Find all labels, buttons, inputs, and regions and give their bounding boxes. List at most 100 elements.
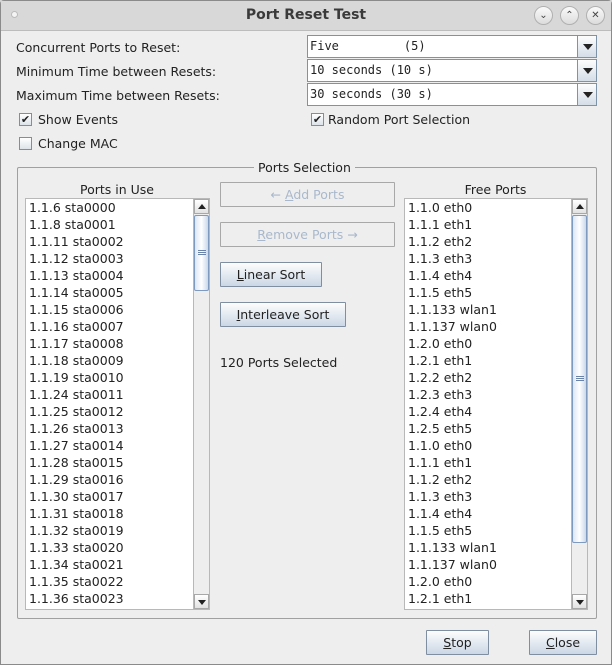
list-item[interactable]: 1.1.13 sta0004 <box>26 267 209 284</box>
list-item[interactable]: 1.1.1 eth1 <box>405 216 587 233</box>
list-item[interactable]: 1.1.33 sta0020 <box>26 539 209 556</box>
list-item[interactable]: 1.1.8 sta0001 <box>26 216 209 233</box>
min-time-label: Minimum Time between Resets: <box>16 64 217 79</box>
add-ports-button[interactable]: ← Add Ports <box>220 182 395 207</box>
list-item[interactable]: 1.1.133 wlan1 <box>405 301 587 318</box>
mnemonic: C <box>545 635 555 650</box>
list-item[interactable]: 1.1.30 sta0017 <box>26 488 209 505</box>
list-item[interactable]: 1.2.1 eth1 <box>405 590 587 607</box>
free-ports-header: Free Ports <box>464 182 527 197</box>
list-item[interactable]: 1.1.137 wlan0 <box>405 318 587 335</box>
list-item[interactable]: 1.1.137 wlan0 <box>405 556 587 573</box>
list-item[interactable]: 1.1.28 sta0015 <box>26 454 209 471</box>
list-item[interactable]: 1.1.36 sta0023 <box>26 590 209 607</box>
list-item[interactable]: 1.1.0 eth0 <box>405 437 587 454</box>
chevron-down-icon[interactable] <box>577 60 596 81</box>
list-item[interactable]: 1.2.2 eth2 <box>405 369 587 386</box>
random-port-checkbox[interactable]: ✔ <box>311 113 324 126</box>
min-time-select[interactable]: 10 seconds (10 s) <box>307 59 597 82</box>
chevron-down-icon[interactable] <box>577 36 596 57</box>
ports-in-use-scrollbar[interactable] <box>193 199 209 609</box>
list-item[interactable]: 1.1.2 eth2 <box>405 233 587 250</box>
scroll-up-icon[interactable] <box>572 199 587 214</box>
concurrent-ports-label: Concurrent Ports to Reset: <box>16 40 181 55</box>
free-ports-list[interactable]: 1.1.0 eth0 1.1.1 eth1 1.1.2 eth2 1.1.3 eth3… <box>404 198 588 610</box>
list-item[interactable]: 1.2.0 eth0 <box>405 335 587 352</box>
ports-in-use-header: Ports in Use <box>80 182 154 197</box>
list-item[interactable]: 1.1.16 sta0007 <box>26 318 209 335</box>
button-label: emove Ports → <box>265 227 358 242</box>
change-mac-checkbox[interactable] <box>19 137 32 150</box>
list-item[interactable]: 1.1.5 eth5 <box>405 522 587 539</box>
list-item[interactable]: 1.2.5 eth5 <box>405 420 587 437</box>
close-window-icon[interactable]: ✕ <box>586 6 605 25</box>
list-item[interactable]: 1.2.0 eth0 <box>405 573 587 590</box>
list-item[interactable]: 1.1.1 eth1 <box>405 454 587 471</box>
interleave-sort-button[interactable]: Interleave Sort <box>220 302 346 327</box>
list-item[interactable]: 1.2.3 eth3 <box>405 386 587 403</box>
list-item[interactable]: 1.1.4 eth4 <box>405 267 587 284</box>
list-item[interactable]: 1.1.32 sta0019 <box>26 522 209 539</box>
concurrent-ports-select[interactable]: Five (5) <box>307 35 597 58</box>
scroll-up-icon[interactable] <box>194 199 209 214</box>
max-time-value: 30 seconds (30 s) <box>310 87 433 101</box>
min-time-value: 10 seconds (10 s) <box>310 63 433 77</box>
max-time-label: Maximum Time between Resets: <box>16 88 220 103</box>
list-item[interactable]: 1.1.11 sta0002 <box>26 233 209 250</box>
list-item[interactable]: 1.1.15 sta0006 <box>26 301 209 318</box>
scroll-down-icon[interactable] <box>572 594 587 609</box>
window-title: Port Reset Test <box>245 7 367 23</box>
scroll-down-icon[interactable] <box>194 594 209 609</box>
show-events-label: Show Events <box>38 112 119 127</box>
show-events-checkbox[interactable]: ✔ <box>19 113 32 126</box>
list-item[interactable]: 1.1.2 eth2 <box>405 471 587 488</box>
ports-selected-status: 120 Ports Selected <box>220 355 338 370</box>
list-item[interactable]: 1.1.26 sta0013 <box>26 420 209 437</box>
list-item[interactable]: 1.1.25 sta0012 <box>26 403 209 420</box>
list-item[interactable]: 1.1.5 eth5 <box>405 284 587 301</box>
chevron-down-icon[interactable] <box>577 84 596 105</box>
linear-sort-button[interactable]: Linear Sort <box>220 262 322 287</box>
button-label: lose <box>554 635 581 650</box>
list-item[interactable]: 1.1.4 eth4 <box>405 505 587 522</box>
list-item[interactable]: 1.1.3 eth3 <box>405 250 587 267</box>
list-item[interactable]: 1.1.24 sta0011 <box>26 386 209 403</box>
list-item[interactable]: 1.1.31 sta0018 <box>26 505 209 522</box>
button-label: top <box>451 635 472 650</box>
list-item[interactable]: 1.1.6 sta0000 <box>26 199 209 216</box>
list-item[interactable]: 1.1.14 sta0005 <box>26 284 209 301</box>
list-item[interactable]: 1.1.12 sta0003 <box>26 250 209 267</box>
title-bar: Port Reset Test ⌄ ⌃ ✕ <box>1 1 611 31</box>
list-item[interactable]: 1.2.4 eth4 <box>405 403 587 420</box>
arrow-left-icon: ← <box>270 187 285 202</box>
list-item[interactable]: 1.1.3 eth3 <box>405 488 587 505</box>
stop-button[interactable]: Stop <box>426 630 489 655</box>
remove-ports-button[interactable]: Remove Ports → <box>220 222 395 247</box>
list-item[interactable]: 1.2.1 eth1 <box>405 352 587 369</box>
free-ports-scrollbar[interactable] <box>571 199 587 609</box>
list-item[interactable]: 1.1.18 sta0009 <box>26 352 209 369</box>
maximize-icon[interactable]: ⌃ <box>560 6 579 25</box>
list-item[interactable]: 1.1.35 sta0022 <box>26 573 209 590</box>
ports-in-use-list[interactable]: 1.1.6 sta0000 1.1.8 sta0001 1.1.11 sta0002… <box>25 198 210 610</box>
max-time-select[interactable]: 30 seconds (30 s) <box>307 83 597 106</box>
ports-selection-title: Ports Selection <box>254 160 355 175</box>
concurrent-ports-value: Five (5) <box>310 39 426 53</box>
list-item[interactable]: 1.1.133 wlan1 <box>405 539 587 556</box>
list-item[interactable]: 1.1.29 sta0016 <box>26 471 209 488</box>
button-label: dd Ports <box>293 187 345 202</box>
minimize-icon[interactable]: ⌄ <box>534 6 553 25</box>
button-label: inear Sort <box>243 267 306 282</box>
list-item[interactable]: 1.1.17 sta0008 <box>26 335 209 352</box>
list-item[interactable]: 1.1.27 sta0014 <box>26 437 209 454</box>
scroll-thumb[interactable] <box>572 215 587 543</box>
change-mac-label: Change MAC <box>38 136 118 151</box>
list-item[interactable]: 1.1.0 eth0 <box>405 199 587 216</box>
list-item[interactable]: 1.1.19 sta0010 <box>26 369 209 386</box>
close-button[interactable]: Close <box>529 630 597 655</box>
port-reset-test-dialog: Port Reset Test ⌄ ⌃ ✕ Concurrent Ports t… <box>0 0 612 665</box>
random-port-label: Random Port Selection <box>328 112 471 127</box>
list-item[interactable]: 1.1.34 sta0021 <box>26 556 209 573</box>
mnemonic: L <box>236 267 244 282</box>
scroll-thumb[interactable] <box>194 215 209 291</box>
